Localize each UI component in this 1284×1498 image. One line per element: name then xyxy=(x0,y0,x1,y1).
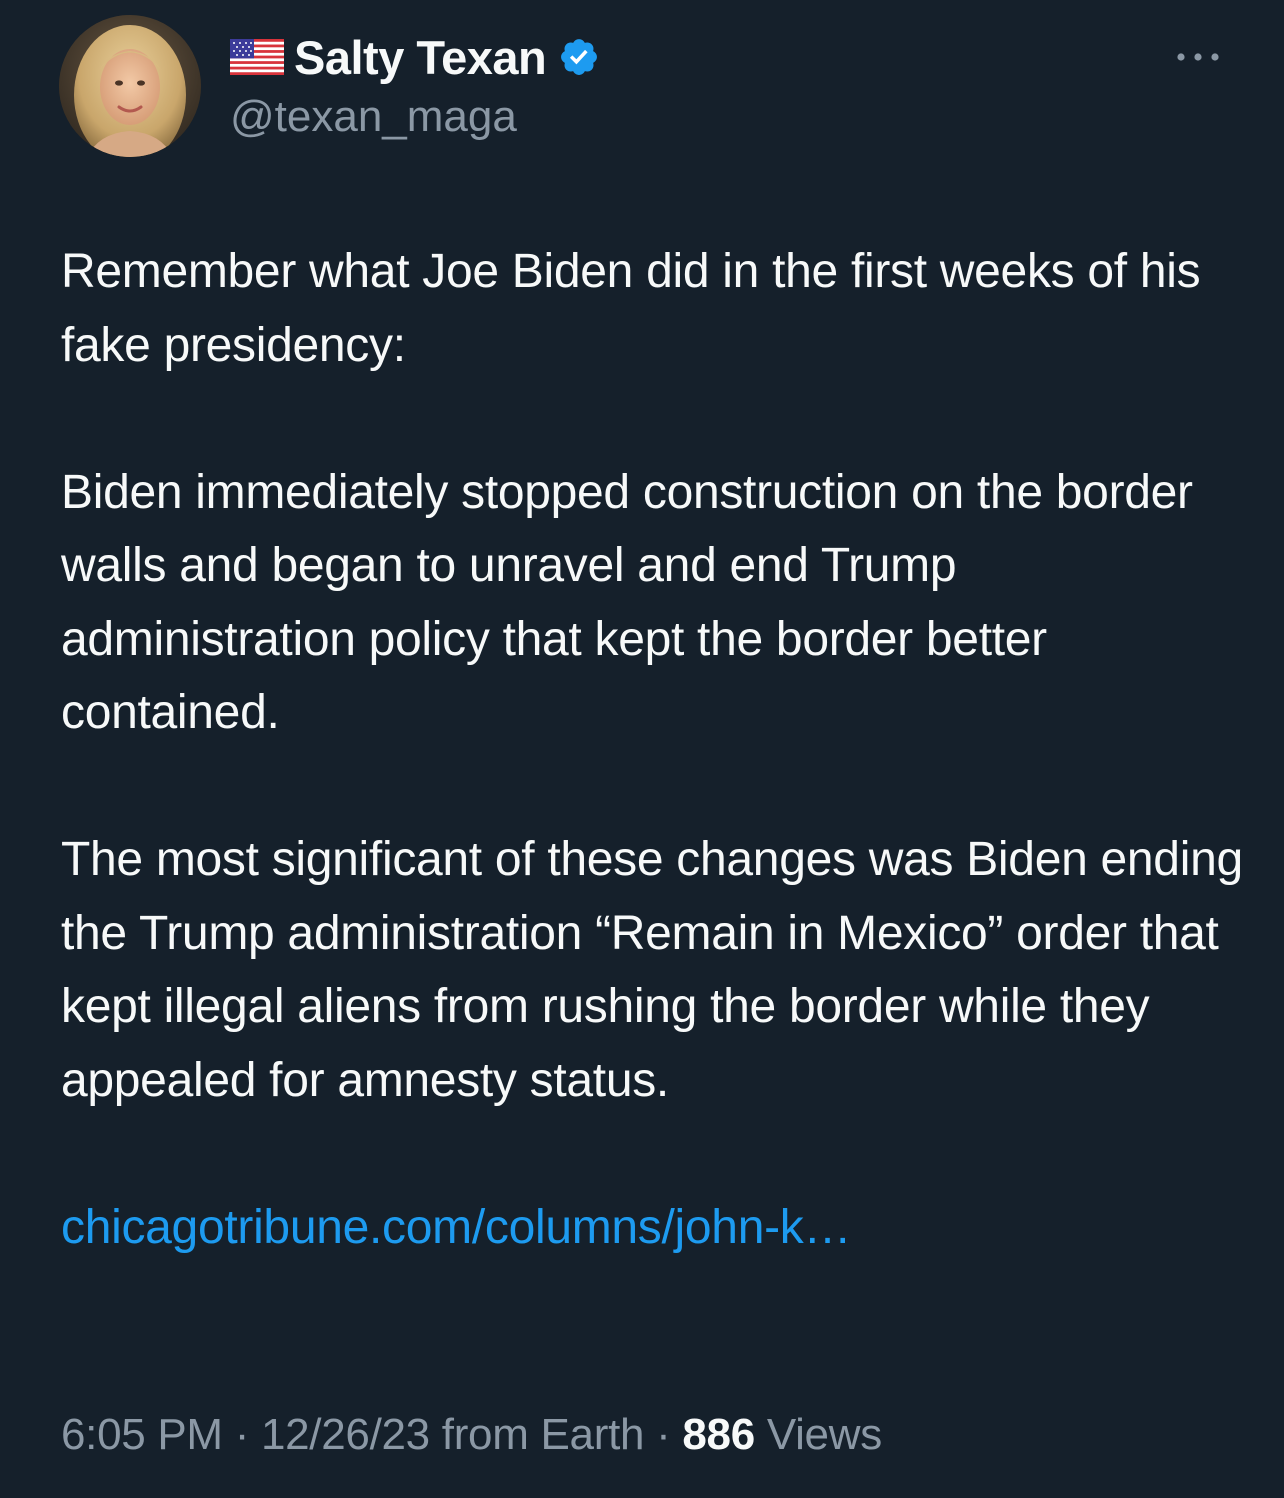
author-name-row[interactable]: Salty Texan xyxy=(230,28,600,86)
author-handle[interactable]: @texan_maga xyxy=(230,92,517,142)
tweet-container: Salty Texan @texan_maga Remember what Jo… xyxy=(0,0,1284,1498)
tweet-text: Remember what Joe Biden did in the first… xyxy=(61,235,1251,1338)
separator: · xyxy=(222,1410,261,1459)
more-dots-icon xyxy=(1177,53,1219,61)
verified-badge-icon[interactable] xyxy=(558,36,600,78)
tweet-source: from Earth xyxy=(429,1410,645,1459)
tweet-paragraph: The most significant of these changes wa… xyxy=(61,833,1243,1107)
tweet-paragraph: Remember what Joe Biden did in the first… xyxy=(61,245,1201,372)
separator: · xyxy=(644,1410,683,1459)
views-label[interactable]: Views xyxy=(755,1410,882,1459)
avatar-image xyxy=(59,15,201,157)
tweet-time[interactable]: 6:05 PM xyxy=(61,1410,223,1459)
us-flag-icon xyxy=(230,39,284,75)
tweet-date[interactable]: 12/26/23 xyxy=(261,1410,430,1459)
article-link[interactable]: chicagotribune.com/columns/john-k… xyxy=(61,1201,851,1254)
author-display-name[interactable]: Salty Texan xyxy=(294,30,547,85)
avatar[interactable] xyxy=(59,15,201,157)
tweet-paragraph: Biden immediately stopped construction o… xyxy=(61,465,1193,740)
more-options-button[interactable] xyxy=(1170,40,1226,74)
tweet-metadata: 6:05 PM · 12/26/23 from Earth · 886 View… xyxy=(61,1410,882,1460)
views-count[interactable]: 886 xyxy=(682,1410,755,1459)
